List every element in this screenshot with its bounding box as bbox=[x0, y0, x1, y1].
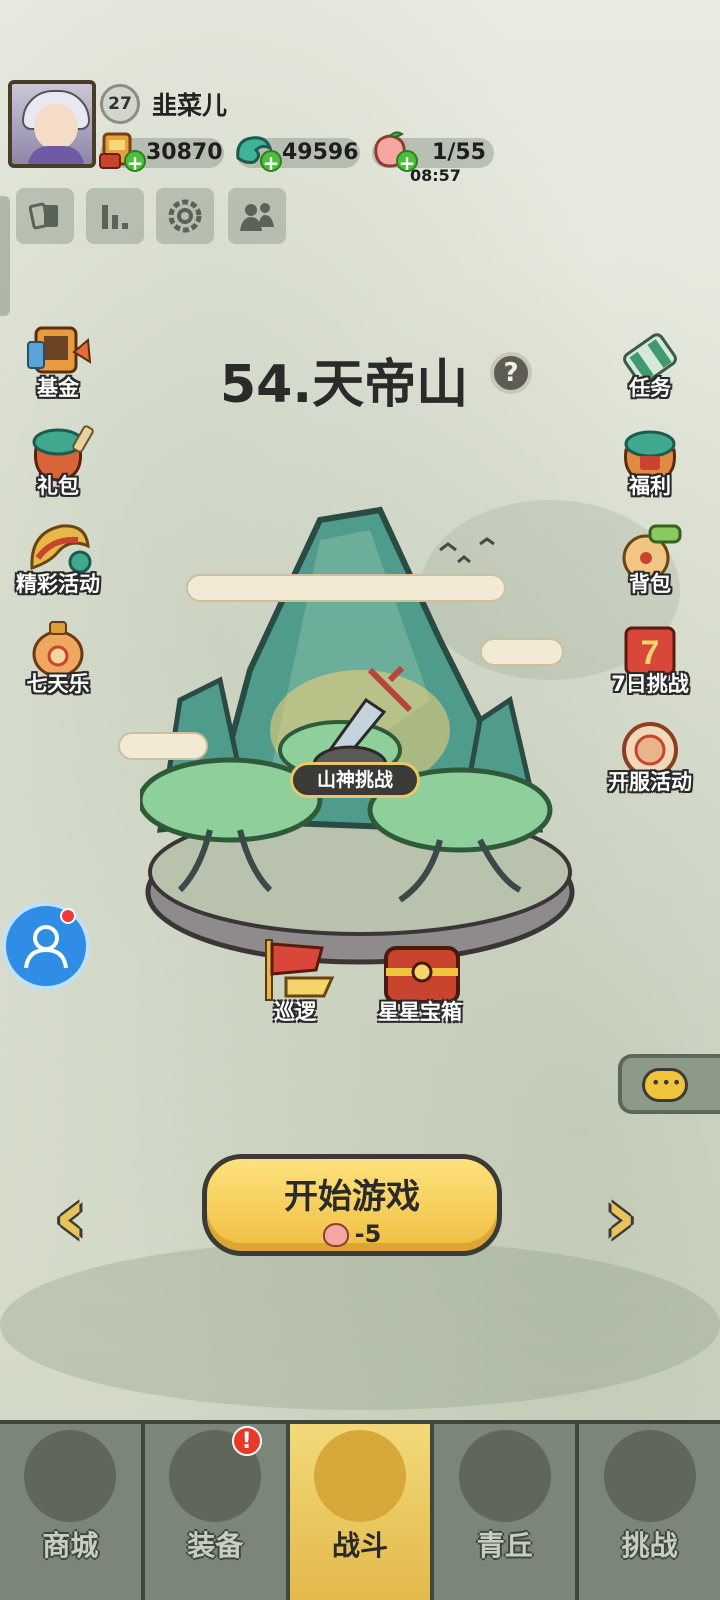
stamina-timer: 08:57 bbox=[410, 166, 461, 185]
backpack-label: 背包 bbox=[629, 572, 671, 596]
next-stage-arrow[interactable]: › bbox=[604, 1170, 637, 1263]
svg-text:7: 7 bbox=[641, 634, 660, 672]
nav-shop[interactable]: 商城 bbox=[0, 1424, 145, 1600]
server-launch-button[interactable]: 开服活动 bbox=[600, 716, 700, 796]
stats-button[interactable] bbox=[86, 188, 144, 244]
card-button[interactable] bbox=[16, 188, 74, 244]
start-game-label: 开始游戏 bbox=[284, 1177, 420, 1217]
server-launch-label: 开服活动 bbox=[608, 770, 692, 794]
patrol-flag-icon bbox=[265, 939, 335, 1001]
cloud-decoration bbox=[118, 732, 208, 760]
nav-qingqiu[interactable]: 青丘 bbox=[434, 1424, 580, 1600]
star-chest-button[interactable]: 星星宝箱 bbox=[378, 940, 482, 1032]
stamina-counter[interactable]: + 1/55 bbox=[372, 131, 494, 174]
bottom-nav: 商城 装备 ! 战斗 青丘 挑战 bbox=[0, 1420, 720, 1600]
battle-icon bbox=[313, 1430, 406, 1522]
side-pull-tab[interactable] bbox=[0, 196, 10, 316]
friends-button[interactable] bbox=[228, 188, 286, 244]
seven-day-challenge-button[interactable]: 7 7日挑战 bbox=[600, 618, 700, 698]
quest-button[interactable]: 任务 bbox=[600, 322, 700, 402]
patrol-button[interactable]: 巡逻 bbox=[252, 934, 348, 1030]
prev-stage-arrow[interactable]: ‹ bbox=[54, 1170, 87, 1263]
boss-challenge-badge[interactable]: 山神挑战 bbox=[290, 762, 420, 798]
player-level-badge: 27 bbox=[100, 84, 140, 124]
stamina-value: 1/55 bbox=[432, 140, 486, 165]
settings-icon bbox=[168, 199, 202, 233]
nav-equipment-label: 装备 bbox=[187, 1529, 244, 1562]
alert-badge: ! bbox=[231, 1426, 262, 1456]
star-chest-label: 星星宝箱 bbox=[378, 1000, 462, 1024]
start-game-button[interactable]: 开始游戏 -5 bbox=[202, 1154, 502, 1256]
welfare-label: 福利 bbox=[629, 474, 671, 498]
seven-days-button[interactable]: 七天乐 bbox=[8, 618, 108, 698]
add-gold-button[interactable]: + bbox=[124, 150, 146, 174]
stage-title: 54.天帝山 bbox=[220, 355, 469, 415]
nav-challenge-label: 挑战 bbox=[621, 1529, 678, 1562]
chat-button[interactable] bbox=[618, 1054, 720, 1114]
friends-icon bbox=[240, 203, 274, 231]
challenge-icon bbox=[603, 1430, 696, 1522]
peach-icon bbox=[322, 1223, 349, 1247]
help-icon[interactable]: ? bbox=[490, 352, 532, 394]
events-label: 精彩活动 bbox=[16, 572, 100, 596]
notification-dot bbox=[60, 908, 76, 924]
gem-counter[interactable]: + 49596 bbox=[236, 136, 360, 174]
stats-icon bbox=[102, 205, 128, 229]
stamina-cost: -5 bbox=[207, 1220, 497, 1248]
seven-day-challenge-label: 7日挑战 bbox=[611, 672, 689, 696]
nav-challenge[interactable]: 挑战 bbox=[579, 1424, 720, 1600]
gem-value: 49596 bbox=[282, 140, 359, 165]
chat-bubble-icon bbox=[642, 1068, 688, 1102]
quest-label: 任务 bbox=[629, 376, 671, 400]
gold-counter[interactable]: + 30870 bbox=[99, 132, 224, 174]
gift-pack-button[interactable]: 礼包 bbox=[8, 420, 108, 500]
nav-battle[interactable]: 战斗 bbox=[289, 1424, 435, 1600]
nav-shop-label: 商城 bbox=[42, 1529, 99, 1562]
assistant-float-button[interactable] bbox=[2, 902, 90, 990]
card-icon bbox=[28, 202, 58, 230]
seven-days-label: 七天乐 bbox=[26, 672, 90, 696]
shop-icon bbox=[24, 1430, 117, 1522]
fund-button[interactable]: 基金 bbox=[8, 322, 108, 402]
nav-battle-label: 战斗 bbox=[331, 1529, 388, 1562]
qingqiu-icon bbox=[458, 1430, 551, 1522]
player-avatar[interactable] bbox=[8, 80, 96, 168]
events-button[interactable]: 精彩活动 bbox=[8, 518, 108, 598]
patrol-label: 巡逻 bbox=[274, 1000, 316, 1024]
settings-button[interactable] bbox=[156, 188, 214, 244]
player-name: 韭菜儿 bbox=[152, 91, 228, 120]
nav-qingqiu-label: 青丘 bbox=[476, 1529, 533, 1562]
nav-equipment[interactable]: 装备 ! bbox=[144, 1424, 290, 1600]
add-gem-button[interactable]: + bbox=[260, 150, 282, 174]
gift-pack-label: 礼包 bbox=[37, 474, 79, 498]
gold-value: 30870 bbox=[146, 140, 223, 165]
cloud-decoration bbox=[186, 574, 506, 602]
welfare-button[interactable]: 福利 bbox=[600, 420, 700, 500]
backpack-button[interactable]: 背包 bbox=[600, 518, 700, 598]
cloud-decoration bbox=[480, 638, 564, 666]
fund-label: 基金 bbox=[37, 376, 79, 400]
